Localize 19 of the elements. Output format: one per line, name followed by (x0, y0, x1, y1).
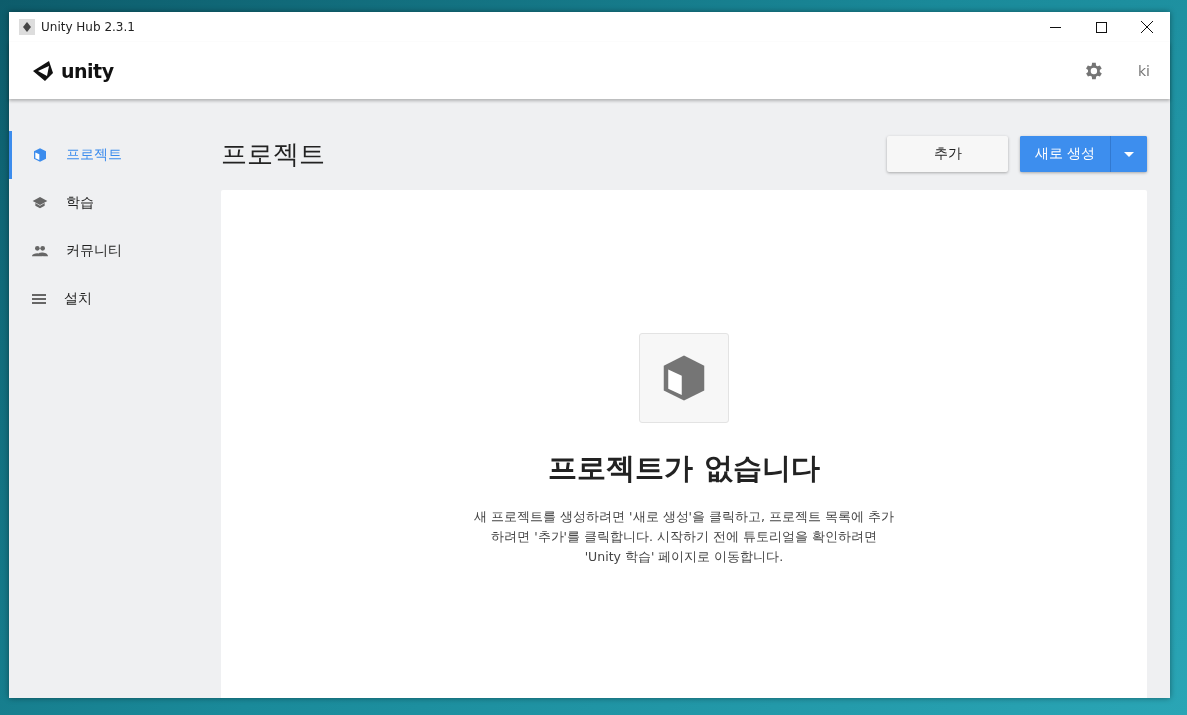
caret-icon (1124, 151, 1134, 157)
close-icon (1141, 21, 1153, 33)
window-title: Unity Hub 2.3.1 (41, 20, 136, 34)
sidebar-item[interactable]: 학습 (9, 179, 209, 227)
sidebar-item[interactable]: 커뮤니티 (9, 227, 209, 275)
empty-state-title: 프로젝트가 없습니다 (548, 450, 820, 487)
page-title: 프로젝트 (221, 137, 326, 171)
graduation-cap-icon (32, 196, 48, 210)
list-icon (32, 293, 46, 305)
maximize-icon (1095, 21, 1107, 33)
sidebar-item[interactable]: 설치 (9, 275, 209, 323)
user-initials[interactable]: ki (1138, 62, 1150, 79)
logo-text: unity (61, 59, 114, 82)
add-button[interactable]: 추가 (887, 136, 1008, 172)
app-icon (19, 19, 35, 35)
cube-icon (32, 147, 48, 163)
people-icon (32, 245, 48, 257)
dropdown-button[interactable] (1111, 136, 1147, 172)
empty-state-message: 새 프로젝트를 생성하려면 '새로 생성'을 클릭하고, 프로젝트 목록에 추가하려면 '추가'를 클릭합니다. 시작하기 전에 튜토리얼을 확인하려면 'Unity 학습' 페이지로 이동합니다. (474, 508, 894, 566)
